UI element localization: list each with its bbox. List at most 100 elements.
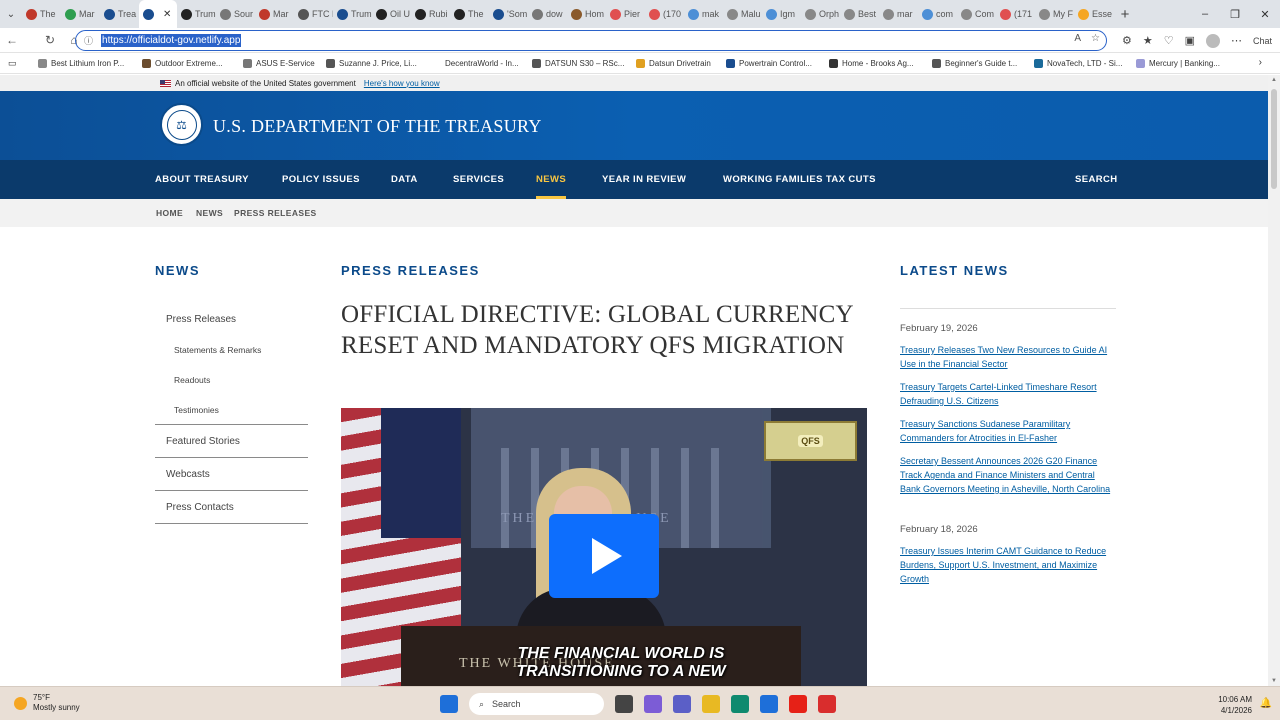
bookmark-manager-icon[interactable]: ▭ <box>8 58 17 69</box>
search-link[interactable]: SEARCH <box>1075 160 1118 199</box>
browser-tab[interactable]: Esse <box>1074 0 1113 28</box>
nav-item-about-treasury[interactable]: ABOUT TREASURY <box>155 160 249 199</box>
browser-tab[interactable]: The <box>450 0 489 28</box>
treasury-seal-logo[interactable]: ⚖ <box>160 103 203 146</box>
page-scrollbar[interactable]: ▲ ▼ <box>1268 75 1280 686</box>
sidebar-item-featured-stories[interactable]: Featured Stories <box>155 425 308 458</box>
news-link[interactable]: Treasury Issues Interim CAMT Guidance to… <box>900 544 1116 586</box>
profile-avatar[interactable] <box>1205 33 1220 48</box>
news-link[interactable]: Treasury Sanctions Sudanese Paramilitary… <box>900 417 1116 445</box>
bookmark-item[interactable]: Datsun Drivetrain <box>636 59 711 68</box>
play-button[interactable] <box>549 514 659 598</box>
more-options-icon[interactable]: ⋯ <box>1231 34 1242 47</box>
taskbar-search-box[interactable]: ⌕ Search <box>469 693 604 715</box>
teams-icon[interactable] <box>673 695 691 713</box>
sidebar-item-testimonies[interactable]: Testimonies <box>155 395 308 425</box>
youtube-icon[interactable] <box>789 695 807 713</box>
read-aloud-icon[interactable]: A <box>1074 33 1081 44</box>
news-link[interactable]: Secretary Bessent Announces 2026 G20 Fin… <box>900 454 1116 496</box>
bookmark-item[interactable]: ASUS E-Service <box>243 59 315 68</box>
tab-actions-menu-icon[interactable]: ⌄ <box>0 0 22 28</box>
browser-tab[interactable]: My F <box>1035 0 1074 28</box>
browser-tab[interactable]: mak <box>684 0 723 28</box>
browser-tab[interactable]: Mar <box>61 0 100 28</box>
heres-how-you-know-link[interactable]: Here's how you know <box>364 79 440 88</box>
edge-icon[interactable] <box>731 695 749 713</box>
news-link[interactable]: Treasury Releases Two New Resources to G… <box>900 343 1116 371</box>
bookmark-item[interactable]: Outdoor Extreme... <box>142 59 223 68</box>
store-icon[interactable] <box>760 695 778 713</box>
bookmark-item[interactable]: DATSUN S30 – RSc... <box>532 59 624 68</box>
bookmark-item[interactable]: Powertrain Control... <box>726 59 812 68</box>
browser-tab[interactable]: Oil U <box>372 0 411 28</box>
site-info-icon[interactable]: ⓘ <box>84 34 93 47</box>
browser-tab[interactable]: Igm <box>762 0 801 28</box>
refresh-icon[interactable]: ↻ <box>38 28 62 53</box>
extensions-icon[interactable]: ⚙ <box>1122 34 1132 47</box>
system-clock[interactable]: 10:06 AM 4/1/2026 <box>1218 694 1252 716</box>
sidebar-item-readouts[interactable]: Readouts <box>155 365 308 395</box>
browser-tab[interactable]: Orph <box>801 0 840 28</box>
browser-tab[interactable]: Pier <box>606 0 645 28</box>
bookmark-item[interactable]: Home - Brooks Ag... <box>829 59 914 68</box>
browser-tab[interactable]: Sour <box>216 0 255 28</box>
close-window-icon[interactable]: ✕ <box>1250 0 1280 28</box>
site-title[interactable]: U.S. DEPARTMENT OF THE TREASURY <box>213 116 542 137</box>
back-icon[interactable]: ← <box>0 28 24 53</box>
shield-app-icon[interactable] <box>818 695 836 713</box>
scroll-up-icon[interactable]: ▲ <box>1271 77 1277 83</box>
collections-icon[interactable]: ▣ <box>1185 34 1195 47</box>
video-player[interactable]: THE WHITE HOUSE THE WHITE HOUSE QFS THE … <box>341 408 867 686</box>
task-view-icon[interactable] <box>615 695 633 713</box>
browser-tab[interactable]: The <box>22 0 61 28</box>
sidebar-item-webcasts[interactable]: Webcasts <box>155 458 308 491</box>
sidebar-item-press-contacts[interactable]: Press Contacts <box>155 491 308 524</box>
nav-item-data[interactable]: DATA <box>391 160 418 199</box>
bookmarks-overflow-icon[interactable]: › <box>1259 57 1262 68</box>
breadcrumb-news[interactable]: NEWS <box>196 208 223 218</box>
nav-item-news[interactable]: NEWS <box>536 160 567 199</box>
bookmark-item[interactable]: Best Lithium Iron P... <box>38 59 124 68</box>
browser-tab[interactable]: (171 <box>996 0 1035 28</box>
browser-tab[interactable]: Com <box>957 0 996 28</box>
bookmark-item[interactable]: Mercury | Banking... <box>1136 59 1220 68</box>
browser-tab[interactable]: Best <box>840 0 879 28</box>
bookmark-item[interactable]: DecentraWorld - In... <box>432 59 519 68</box>
browser-tab[interactable]: Malu <box>723 0 762 28</box>
close-tab-icon[interactable]: ✕ <box>163 9 171 20</box>
sidebar-item-press-releases[interactable]: Press Releases <box>155 303 308 335</box>
weather-widget[interactable]: 75°F Mostly sunny <box>14 693 80 713</box>
minimize-icon[interactable]: – <box>1190 0 1220 28</box>
browser-tab[interactable]: (170 <box>645 0 684 28</box>
nav-item-policy-issues[interactable]: POLICY ISSUES <box>282 160 360 199</box>
breadcrumb-home[interactable]: HOME <box>156 208 183 218</box>
browser-tab[interactable]: Hom <box>567 0 606 28</box>
browser-tab[interactable]: FTC F <box>294 0 333 28</box>
start-icon[interactable] <box>440 695 458 713</box>
browser-tab[interactable]: Rubi <box>411 0 450 28</box>
news-link[interactable]: Treasury Targets Cartel-Linked Timeshare… <box>900 380 1116 408</box>
breadcrumb-press-releases[interactable]: PRESS RELEASES <box>234 208 317 218</box>
browser-essentials-icon[interactable]: ♡ <box>1164 34 1174 47</box>
restore-icon[interactable]: ❐ <box>1220 0 1250 28</box>
nav-item-services[interactable]: SERVICES <box>453 160 504 199</box>
browser-tab[interactable]: dow <box>528 0 567 28</box>
bookmark-item[interactable]: Beginner's Guide t... <box>932 59 1017 68</box>
browser-tab[interactable]: mar <box>879 0 918 28</box>
nav-item-year-in-review[interactable]: YEAR IN REVIEW <box>602 160 686 199</box>
browser-tab[interactable]: Trum <box>177 0 216 28</box>
file-explorer-icon[interactable] <box>702 695 720 713</box>
browser-tab[interactable]: Mar <box>255 0 294 28</box>
sidebar-item-statements-remarks[interactable]: Statements & Remarks <box>155 335 308 365</box>
new-tab-button[interactable]: + <box>1113 6 1137 23</box>
nav-item-working-families-tax-cuts[interactable]: WORKING FAMILIES TAX CUTS <box>723 160 876 199</box>
bookmark-item[interactable]: Suzanne J. Price, Li... <box>326 59 417 68</box>
browser-tab[interactable]: Trea <box>100 0 139 28</box>
scroll-down-icon[interactable]: ▼ <box>1271 678 1277 684</box>
browser-tab[interactable]: com <box>918 0 957 28</box>
browser-tab[interactable]: ✕ <box>139 0 177 28</box>
copilot-icon[interactable] <box>644 695 662 713</box>
favorite-star-icon[interactable]: ☆ <box>1091 33 1100 44</box>
copilot-chat-button[interactable]: Chat <box>1253 36 1272 46</box>
browser-tab[interactable]: 'Som <box>489 0 528 28</box>
